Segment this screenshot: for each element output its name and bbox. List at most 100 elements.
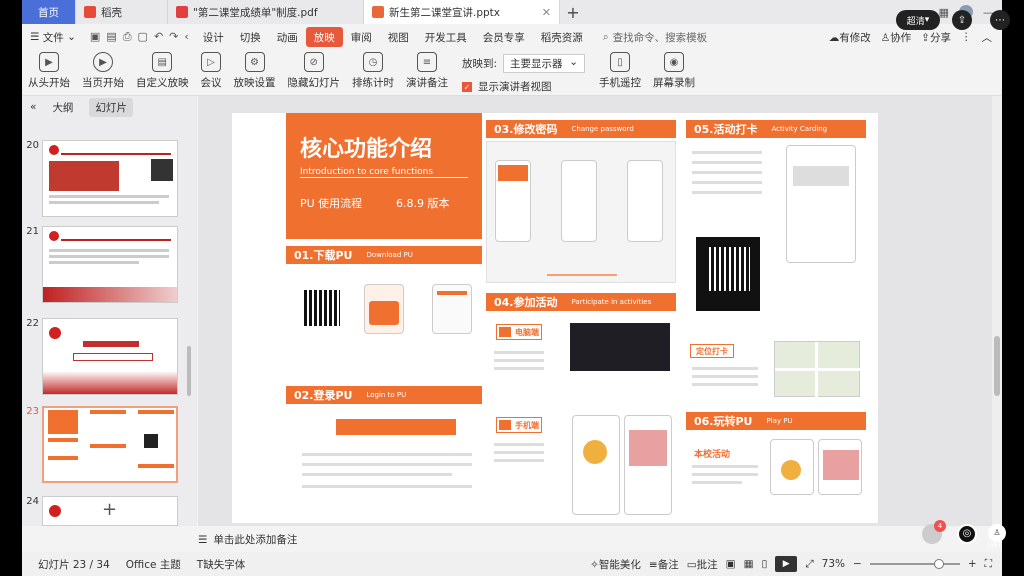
menu-animation[interactable]: 动画: [269, 27, 306, 47]
mobile-tag: 手机端: [496, 417, 542, 433]
more-icon[interactable]: ⋮: [961, 31, 972, 43]
section-login: 02.登录PU Login to PU: [286, 386, 482, 404]
phone-screenshot: [495, 160, 531, 242]
custom-show-button[interactable]: ▤ 自定义放映: [130, 52, 195, 90]
section-title: 01.下载PU: [294, 249, 353, 262]
tab-pptx[interactable]: 新生第二课堂宣讲.pptx ✕: [364, 0, 560, 24]
scroll-thumb[interactable]: [994, 336, 1000, 396]
text-line: [692, 161, 762, 164]
tab-slides[interactable]: 幻灯片: [89, 97, 133, 117]
normal-view-icon[interactable]: ▣: [726, 558, 736, 570]
menu-developer[interactable]: 开发工具: [417, 27, 475, 47]
share-button[interactable]: ⇪分享: [921, 30, 951, 45]
slide-thumb-21[interactable]: 21: [22, 226, 178, 303]
menu-design[interactable]: 设计: [195, 27, 232, 47]
slide-number: 21: [26, 226, 39, 237]
file-menu[interactable]: ☰ 文件 ⌄: [22, 27, 84, 47]
zoom-in-icon[interactable]: +: [968, 558, 977, 570]
section-play-pu: 06.玩转PU Play PU: [686, 412, 866, 430]
viewers-icon[interactable]: ♙: [988, 524, 1006, 542]
title-block: 核心功能介绍 Introduction to core functions PU…: [286, 113, 482, 239]
viewer-count: 2587: [986, 542, 1002, 549]
phone-remote-button[interactable]: ▯ 手机遥控: [593, 52, 647, 90]
slide-subtitle: Introduction to core functions: [300, 167, 434, 177]
collapse-panel-icon[interactable]: «: [30, 101, 36, 113]
show-settings-button[interactable]: ⚙ 放映设置: [228, 52, 282, 90]
panel-scrollbar[interactable]: [187, 346, 191, 396]
text-line: [692, 181, 762, 184]
chevron-left-icon[interactable]: ‹: [184, 30, 188, 44]
slide-thumb-23[interactable]: 23: [22, 406, 178, 483]
notes-toggle-icon: ≡: [648, 558, 658, 571]
rehearse-timing-button[interactable]: ◷ 排练计时: [346, 52, 400, 90]
notes-toggle[interactable]: ≡备注: [649, 557, 679, 572]
modified-indicator[interactable]: ☁有修改: [829, 30, 871, 45]
hide-slide-button[interactable]: ⊘ 隐藏幻灯片: [282, 52, 347, 90]
zoom-slider[interactable]: [869, 559, 960, 569]
command-search[interactable]: ⌕ 查找命令、搜索模板: [603, 30, 707, 45]
menu-slideshow[interactable]: 放映: [305, 27, 343, 47]
zoom-out-icon[interactable]: −: [853, 558, 862, 570]
menu-review[interactable]: 审阅: [343, 27, 380, 47]
text-line: [692, 383, 758, 386]
notes-area[interactable]: ☰ 单击此处添加备注: [198, 532, 297, 547]
slide-thumb-24[interactable]: 24: [22, 496, 178, 526]
gift-icon[interactable]: 4: [922, 520, 946, 544]
collapse-ribbon-icon[interactable]: ︿: [982, 30, 993, 45]
sorter-view-icon[interactable]: ▦: [744, 558, 754, 570]
print-icon[interactable]: ⎙: [123, 30, 132, 44]
button-label: 手机遥控: [599, 77, 642, 89]
save-icon[interactable]: ▣: [90, 30, 100, 44]
fit-icon[interactable]: ⤢: [805, 558, 813, 571]
play-icon[interactable]: ▶: [775, 556, 798, 572]
redo-icon[interactable]: ↷: [169, 30, 178, 44]
zoom-level[interactable]: 73%: [822, 558, 845, 570]
divider: [300, 177, 468, 178]
notes-icon: ≡: [417, 52, 437, 72]
new-tab-button[interactable]: +: [560, 0, 586, 24]
undo-icon[interactable]: ↶: [154, 30, 163, 44]
close-icon[interactable]: ✕: [542, 6, 551, 19]
menu-docer-resources[interactable]: 稻壳资源: [533, 27, 591, 47]
comments-toggle[interactable]: ▭批注: [687, 557, 718, 572]
custom-show-icon: ▤: [152, 52, 173, 72]
editor-scrollbar[interactable]: [992, 96, 1002, 526]
zoom-slider-knob[interactable]: [933, 559, 944, 569]
login-highlight: [336, 419, 456, 435]
speaker-notes-button[interactable]: ≡ 演讲备注: [400, 52, 454, 90]
tab-home[interactable]: 首页: [22, 0, 76, 24]
collab-button[interactable]: ♙协作: [881, 30, 911, 45]
preview-icon[interactable]: ▢: [138, 30, 148, 44]
menu-transition[interactable]: 切换: [232, 27, 269, 47]
tab-label: 新生第二课堂宣讲.pptx: [389, 6, 500, 19]
text-line: [494, 459, 544, 462]
share-screen-icon[interactable]: ⇪: [952, 10, 972, 30]
version-label: 6.8.9 版本: [396, 197, 450, 210]
presenter-view-checkbox[interactable]: ✓ 显示演讲者视图: [462, 79, 585, 94]
screen-record-button[interactable]: ◉ 屏幕录制: [647, 52, 701, 90]
chat-icon[interactable]: ◎: [957, 524, 977, 544]
theme-name[interactable]: Office 主题: [118, 557, 189, 572]
more-options-icon[interactable]: ⋯: [990, 10, 1010, 30]
smart-beautify-button[interactable]: ✧智能美化: [590, 557, 641, 572]
play-current-button[interactable]: ▶ 当页开始: [76, 52, 130, 90]
slide-thumb-20[interactable]: 20: [22, 140, 178, 217]
grid-icon[interactable]: ▦: [939, 6, 949, 19]
tab-outline[interactable]: 大纲: [46, 98, 79, 117]
export-icon[interactable]: ▤: [106, 30, 116, 44]
tab-docer[interactable]: 稻壳: [76, 0, 168, 24]
fit-window-icon[interactable]: ⛶: [985, 558, 992, 571]
reading-view-icon[interactable]: ▯: [761, 558, 767, 570]
add-slide-button[interactable]: +: [102, 499, 117, 520]
meeting-button[interactable]: ▷ 会议: [195, 52, 228, 90]
slide-canvas[interactable]: 核心功能介绍 Introduction to core functions PU…: [232, 113, 878, 523]
menu-view[interactable]: 视图: [380, 27, 417, 47]
monitor-select[interactable]: 主要显示器 ⌄: [503, 54, 586, 73]
menu-member[interactable]: 会员专享: [475, 27, 533, 47]
slide-thumb-22[interactable]: 22: [22, 318, 178, 395]
slide-thumbnail: [42, 318, 178, 395]
tab-pdf[interactable]: "第二课堂成绩单"制度.pdf: [168, 0, 364, 24]
missing-font-button[interactable]: T缺失字体: [189, 557, 253, 572]
quality-selector[interactable]: 超清 ▾: [896, 10, 940, 30]
play-from-start-button[interactable]: ▶ 从头开始: [22, 52, 76, 90]
